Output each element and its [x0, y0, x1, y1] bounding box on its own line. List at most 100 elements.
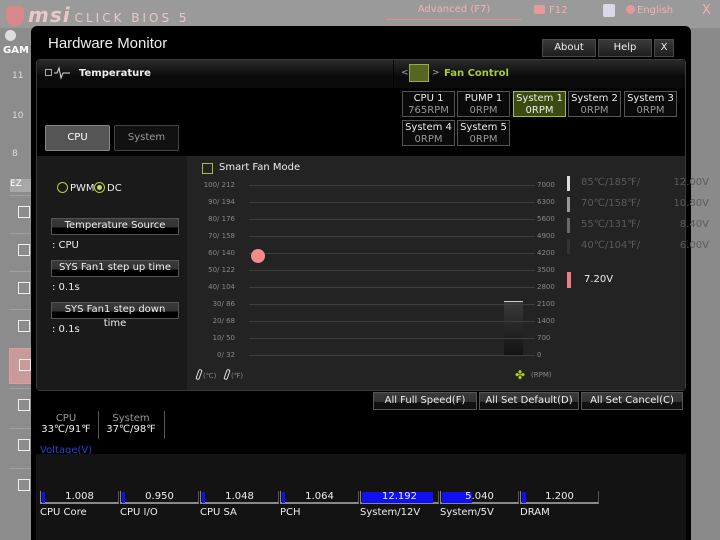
grid-line — [249, 321, 535, 322]
next-chevron-icon[interactable]: > — [432, 68, 440, 78]
tile-icon — [18, 320, 30, 332]
language-button[interactable]: English — [626, 5, 673, 16]
fan-rpm: 0RPM — [636, 105, 665, 116]
about-button[interactable]: About — [542, 39, 596, 57]
dc-radio[interactable]: DC — [94, 182, 122, 194]
radio-circle — [57, 182, 68, 193]
rpm-tick-label: 7000 — [537, 181, 555, 189]
dialog-title: Hardware Monitor — [48, 35, 168, 52]
fan-button[interactable]: System 1 0RPM — [513, 91, 566, 117]
gauge-value: 0.950 — [145, 491, 174, 502]
screenshot-button[interactable]: F12 — [534, 5, 567, 16]
voltage-gauge: 1.008 CPU Core — [40, 491, 120, 518]
msi-shield-icon — [6, 6, 24, 26]
grid-line — [249, 253, 535, 254]
tab-cpu[interactable]: CPU — [45, 125, 110, 151]
fan-rpm: 765RPM — [408, 105, 449, 116]
grid-line — [249, 219, 535, 220]
fan-icon: ✤ — [515, 368, 526, 382]
grid-line — [249, 202, 535, 203]
fan-rpm: 0RPM — [469, 105, 498, 116]
temp-tick-label: 40/ 104 — [208, 283, 235, 291]
temp-tick-label: 100/ 212 — [203, 181, 235, 189]
help-button[interactable]: Help — [598, 39, 652, 57]
voltage-gauge: 1.200 DRAM — [520, 491, 600, 518]
tab-system[interactable]: System — [114, 125, 179, 151]
temp-tick-label: 30/ 86 — [212, 300, 235, 308]
rpm-tick-label: 0 — [537, 351, 542, 359]
gauge-label: CPU Core — [40, 507, 87, 518]
rpm-tick-label: 700 — [537, 334, 551, 342]
fan-name: CPU 1 — [413, 93, 444, 104]
fan-control-header: < > Fan Control — [394, 60, 685, 88]
advanced-mode-button[interactable]: Advanced (F7) — [386, 2, 522, 20]
fan-rpm: 0RPM — [580, 105, 609, 116]
camera-icon — [534, 5, 545, 14]
bios-sidebar: GAM 11 10 8 EZ — [0, 28, 34, 540]
current-voltage: 7.20V — [584, 274, 614, 285]
prev-chevron-icon[interactable]: < — [401, 68, 409, 78]
temp-tick-label: 80/ 176 — [208, 215, 235, 223]
step-up-time-value: : 0.1s — [52, 282, 80, 293]
fan-options: PWM DC Temperature Source : CPU SYS Fan1… — [37, 156, 187, 390]
gauge-label: CPU I/O — [120, 507, 158, 518]
gauge-value: 12.192 — [382, 491, 417, 502]
grid-line — [249, 304, 535, 305]
step-down-time-button[interactable]: SYS Fan1 step down time — [51, 302, 179, 329]
voltage-gauge: 0.950 CPU I/O — [120, 491, 200, 518]
thermometer-icon — [223, 368, 231, 381]
fan-rpm: 0RPM — [469, 134, 498, 145]
gauge-value: 1.200 — [545, 491, 574, 502]
fan-name: System 4 — [405, 122, 452, 133]
fan-button[interactable]: CPU 1 765RPM — [402, 91, 455, 117]
all-set-default-button[interactable]: All Set Default(D) — [479, 392, 579, 410]
pwm-radio[interactable]: PWM — [57, 182, 95, 194]
level-bar — [567, 218, 570, 233]
grid-line — [249, 338, 535, 339]
tile-icon — [18, 244, 30, 256]
fan-button[interactable]: System 2 0RPM — [568, 91, 621, 117]
gauge-value: 5.040 — [465, 491, 494, 502]
smart-fan-label: Smart Fan Mode — [219, 162, 301, 173]
current-temperature-point[interactable] — [251, 249, 265, 264]
rpm-tick-label: 2800 — [537, 283, 555, 291]
gauge-value: 1.008 — [65, 491, 94, 502]
search-icon[interactable] — [603, 4, 615, 17]
all-full-speed-button[interactable]: All Full Speed(F) — [373, 392, 477, 410]
fan-button[interactable]: System 4 0RPM — [402, 120, 455, 146]
tile-icon — [18, 439, 30, 451]
temp-tick-label: 70/ 158 — [208, 232, 235, 240]
step-down-time-value: : 0.1s — [52, 324, 80, 335]
fan-button[interactable]: PUMP 1 0RPM — [457, 91, 510, 117]
temp-tick-label: 60/ 140 — [208, 249, 235, 257]
fan-name: System 1 — [516, 93, 563, 104]
temp-tick-label: 90/ 194 — [208, 198, 235, 206]
temp-tick-label: 50/ 122 — [208, 266, 235, 274]
rpm-tick-label: 4900 — [537, 232, 555, 240]
gauge-label: CPU SA — [200, 507, 237, 518]
close-button[interactable]: X — [654, 39, 674, 57]
temp-tick-label: 20/ 68 — [212, 317, 235, 325]
gauge-value: 1.064 — [305, 491, 334, 502]
smart-fan-checkbox[interactable] — [202, 163, 213, 174]
rpm-tick-label: 4200 — [537, 249, 555, 257]
fan-settings-area: PWM DC Temperature Source : CPU SYS Fan1… — [37, 156, 709, 390]
tile-icon — [18, 399, 30, 411]
clock-icon — [5, 30, 16, 41]
rpm-unit: (RPM) — [531, 371, 552, 379]
fan-button[interactable]: System 5 0RPM — [457, 120, 510, 146]
fan-name: PUMP 1 — [464, 93, 503, 104]
temperature-source-button[interactable]: Temperature Source — [51, 218, 179, 235]
cpu-temp-readout: CPU 33℃/91℉ — [41, 413, 91, 435]
step-up-time-button[interactable]: SYS Fan1 step up time — [51, 260, 179, 277]
fan-curve-graph[interactable]: Smart Fan Mode (℃) (℉) ✤ (RPM) 85℃/185℉/… — [187, 156, 709, 390]
rpm-tick-label: 2100 — [537, 300, 555, 308]
level-bar — [567, 197, 570, 212]
voltage-gauge: 1.048 CPU SA — [200, 491, 280, 518]
bios-close-button[interactable]: X — [702, 3, 711, 18]
all-set-cancel-button[interactable]: All Set Cancel(C) — [581, 392, 683, 410]
fan-button[interactable]: System 3 0RPM — [624, 91, 677, 117]
boost-level: 10 — [12, 111, 24, 121]
fan-rpm: 0RPM — [414, 134, 443, 145]
game-boost-label[interactable]: GAM — [3, 45, 29, 56]
